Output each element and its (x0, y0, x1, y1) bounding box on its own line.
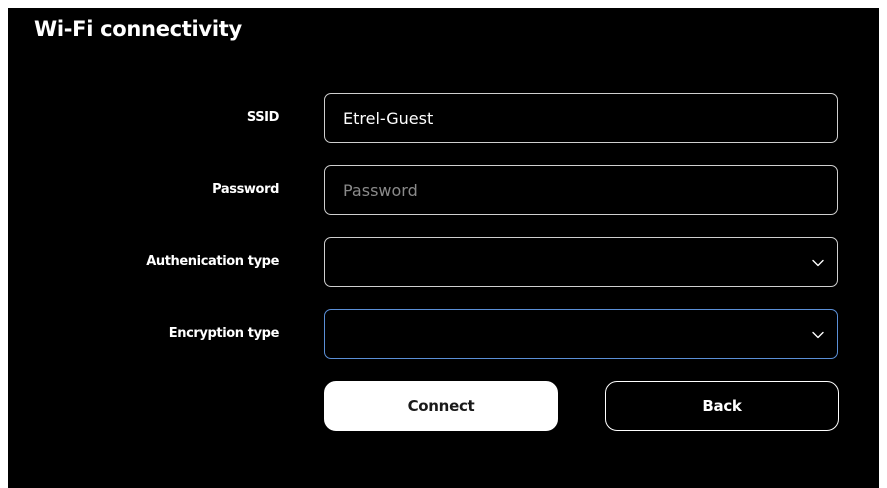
chevron-down-icon (812, 259, 824, 267)
encryption-type-select[interactable] (324, 309, 838, 359)
ssid-row: SSID (8, 93, 879, 143)
encryption-type-row: Encryption type (8, 309, 879, 359)
connect-button[interactable]: Connect (324, 381, 558, 431)
authentication-type-label: Authenication type (146, 254, 279, 269)
encryption-type-label: Encryption type (168, 326, 280, 341)
authentication-type-select[interactable] (324, 237, 838, 287)
page-title: Wi-Fi connectivity (34, 17, 242, 41)
password-row: Password (8, 165, 879, 215)
password-input[interactable] (325, 166, 837, 214)
authentication-type-row: Authenication type (8, 237, 879, 287)
ssid-label: SSID (246, 110, 280, 125)
back-button[interactable]: Back (605, 381, 839, 431)
password-label: Password (212, 182, 279, 197)
password-field[interactable] (324, 165, 838, 215)
chevron-down-icon (812, 331, 824, 339)
ssid-input[interactable] (325, 94, 837, 142)
wifi-connectivity-panel: Wi-Fi connectivity SSID Password Autheni… (8, 8, 879, 488)
ssid-field[interactable] (324, 93, 838, 143)
